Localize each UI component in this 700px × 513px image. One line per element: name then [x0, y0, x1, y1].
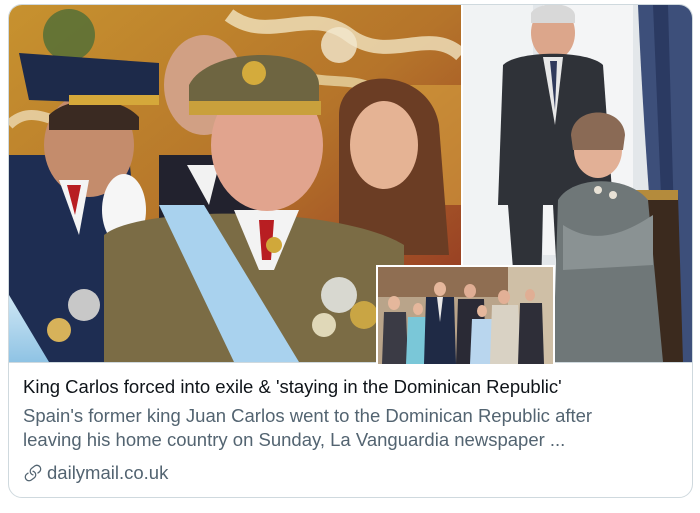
card-description-line-2: leaving his home country on Sunday, La V… [23, 429, 566, 450]
photo-royal-family-inset [376, 265, 555, 364]
card-source-domain: dailymail.co.uk [47, 462, 169, 483]
card-source: dailymail.co.uk [23, 461, 168, 485]
card-title: King Carlos forced into exile & 'staying… [23, 376, 562, 397]
card-text: King Carlos forced into exile & 'staying… [9, 363, 692, 497]
link-icon [23, 463, 43, 483]
card-description-line-1: Spain's former king Juan Carlos went to … [23, 405, 593, 426]
card-media[interactable] [9, 5, 692, 364]
card-description: Spain's former king Juan Carlos went to … [23, 404, 683, 452]
link-preview-card[interactable]: King Carlos forced into exile & 'staying… [8, 4, 693, 498]
